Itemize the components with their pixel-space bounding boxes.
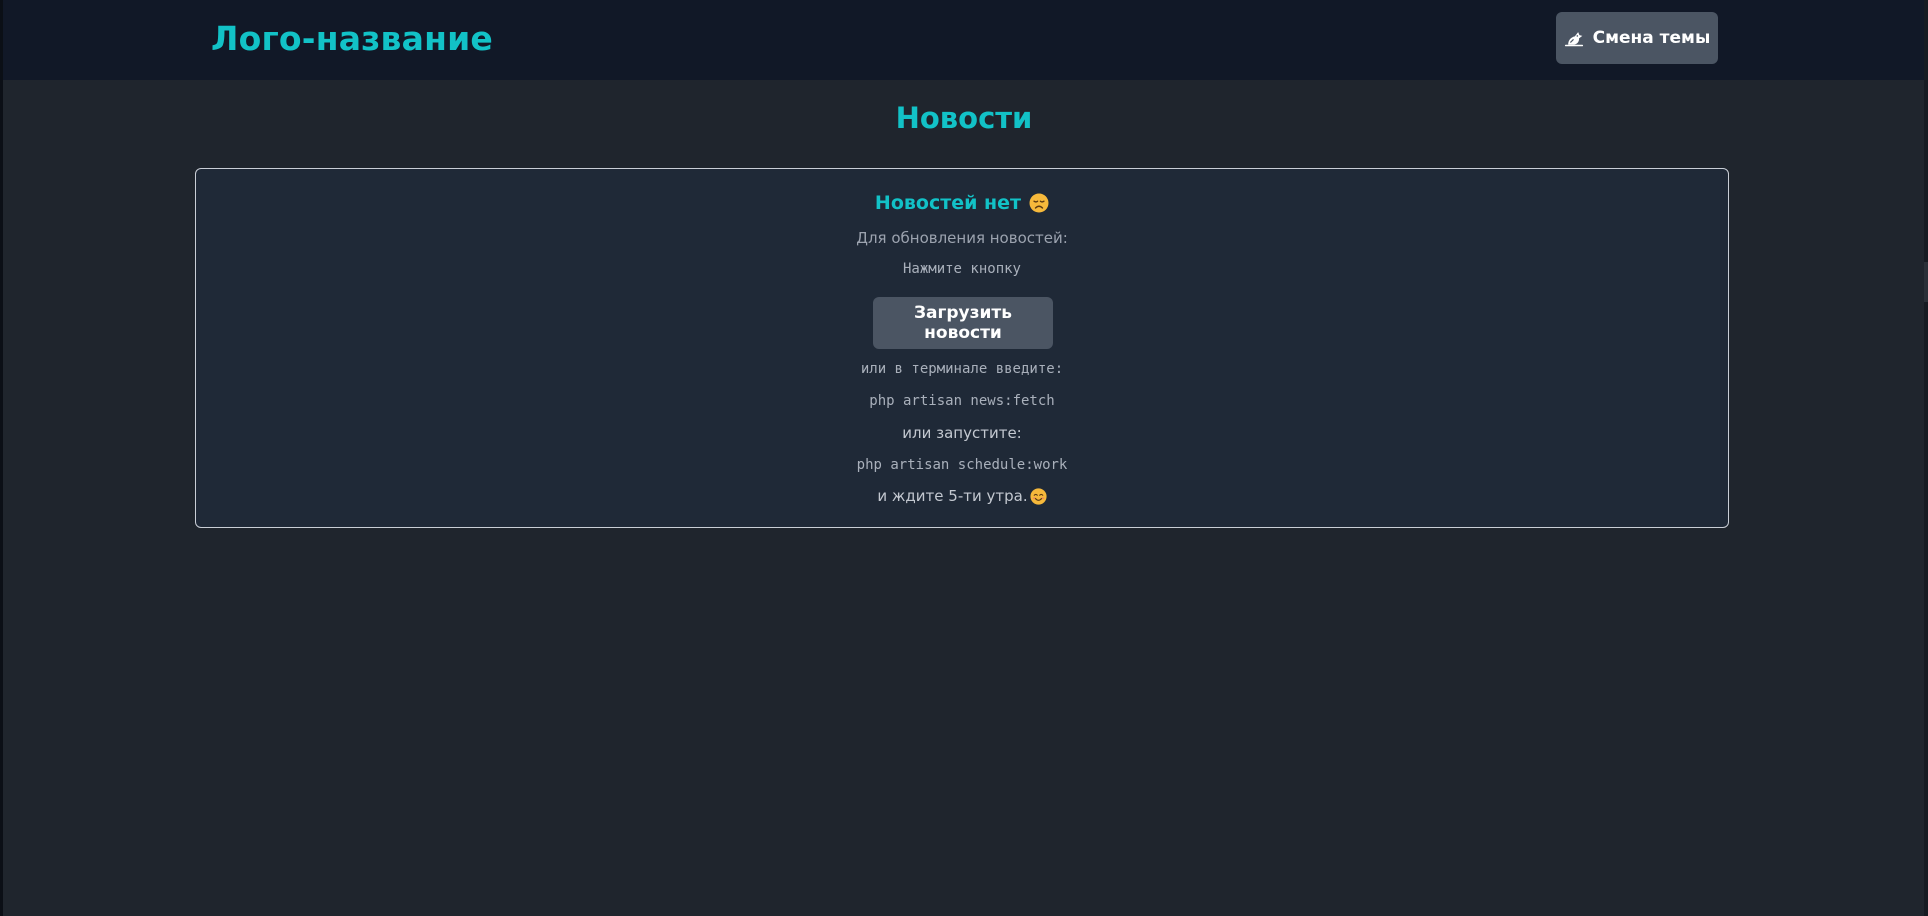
fetch-command: php artisan news:fetch [869, 393, 1055, 409]
page: Лого-название Смена темы Новости Новосте… [0, 0, 1928, 916]
load-news-button[interactable]: Загрузить новости [873, 297, 1053, 349]
theme-icon [1564, 28, 1584, 48]
wait-hint: и ждите 5-ти утра. [877, 487, 1028, 505]
sad-face-emoji-icon [1029, 193, 1049, 213]
smiling-face-emoji-icon [1030, 487, 1047, 505]
theme-toggle-button[interactable]: Смена темы [1556, 12, 1718, 64]
vertical-scrollbar[interactable] [1924, 0, 1928, 916]
update-hint: Для обновления новостей: [856, 229, 1068, 247]
or-run-hint: или запустите: [902, 424, 1022, 442]
logo-title[interactable]: Лого-название [211, 19, 493, 58]
empty-news-heading: Новостей нет [196, 192, 1728, 214]
window-left-edge [0, 0, 3, 916]
news-empty-card: Новостей нет Для обновления новостей: На… [195, 168, 1729, 528]
page-title: Новости [895, 101, 1033, 135]
schedule-command: php artisan schedule:work [856, 457, 1068, 473]
top-header: Лого-название Смена темы [3, 0, 1924, 80]
empty-news-title: Новостей нет [874, 192, 1022, 214]
wait-hint-row: и ждите 5-ти утра. [196, 487, 1728, 505]
terminal-hint: или в терминале введите: [860, 361, 1064, 377]
scrollbar-thumb[interactable] [1924, 262, 1928, 302]
press-button-hint: Нажмите кнопку [902, 261, 1021, 277]
theme-button-label: Смена темы [1592, 28, 1711, 48]
